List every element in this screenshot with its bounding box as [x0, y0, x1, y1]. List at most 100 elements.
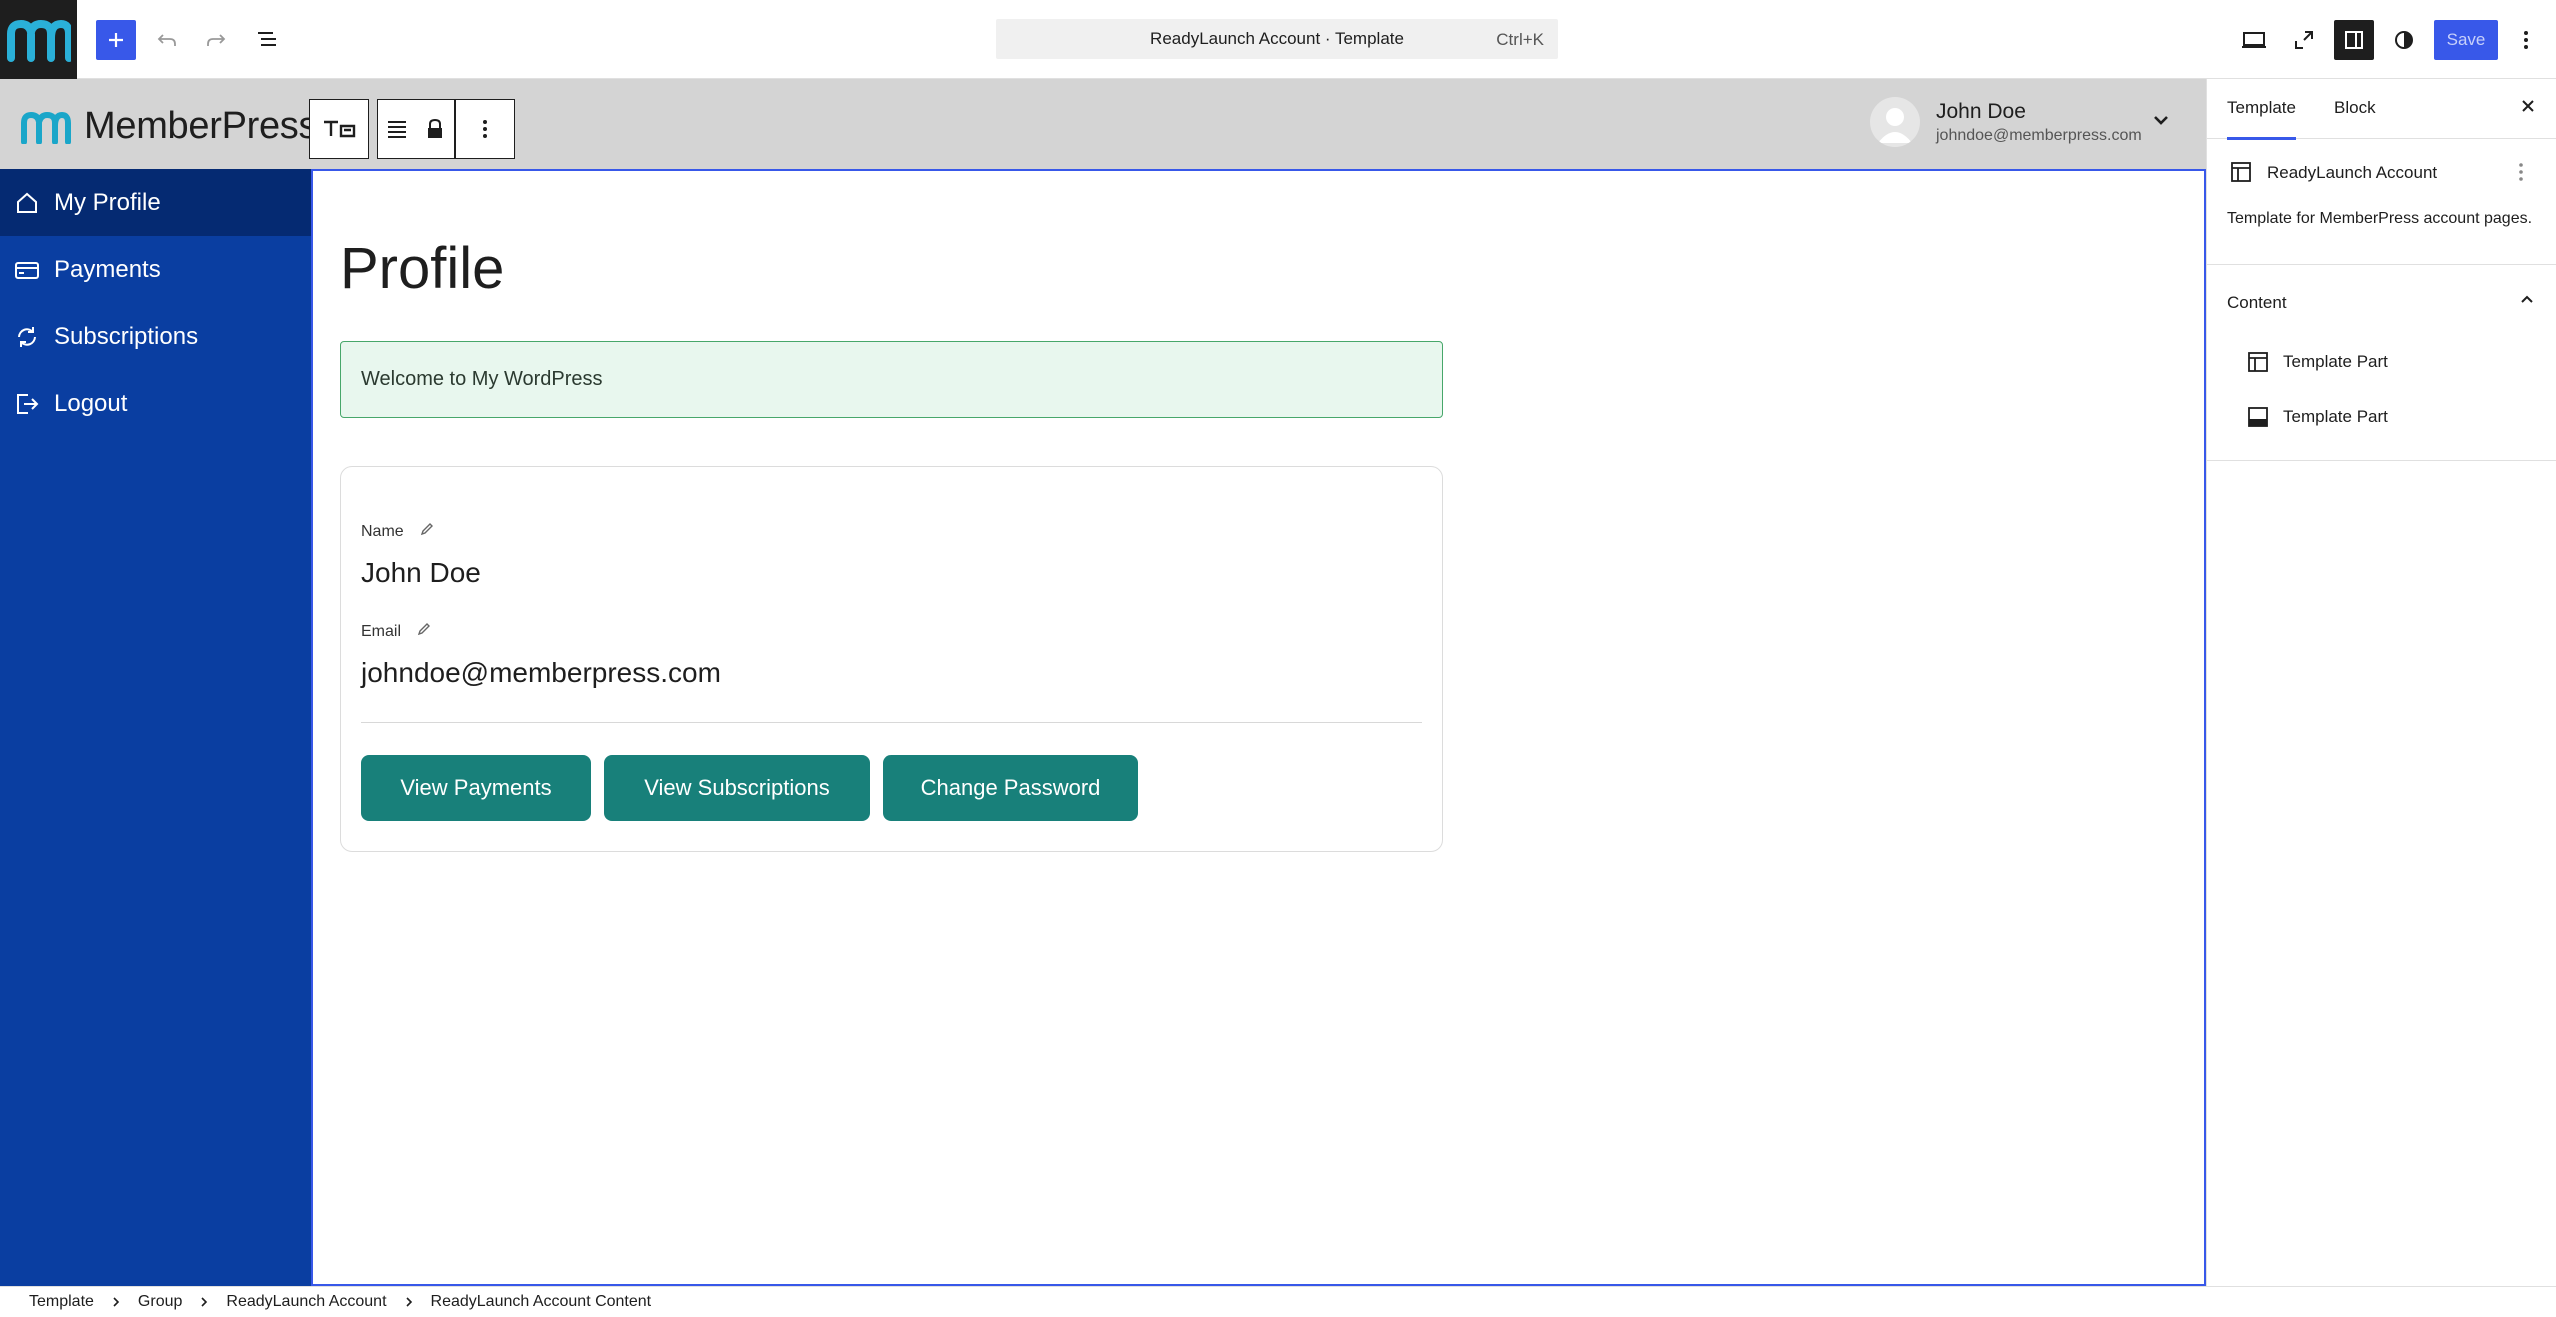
user-menu-toggle[interactable] — [2150, 109, 2172, 136]
template-part-block-icon — [324, 120, 356, 138]
logout-icon — [12, 389, 42, 419]
sidebar-icon — [2345, 31, 2363, 49]
undo-icon — [157, 34, 176, 46]
nav-label: Payments — [54, 255, 161, 283]
nav-item-payments[interactable]: Payments — [0, 236, 311, 303]
undo-button[interactable] — [147, 20, 187, 60]
lock-icon — [428, 118, 442, 138]
desktop-icon — [2242, 32, 2266, 48]
template-summary: ReadyLaunch Account Template for MemberP… — [2207, 139, 2556, 265]
nav-item-logout[interactable]: Logout — [0, 370, 311, 437]
divider — [361, 722, 1422, 723]
page-title: Profile — [340, 236, 505, 301]
options-button[interactable] — [2506, 20, 2546, 60]
block-type-switcher[interactable] — [309, 99, 369, 159]
fullscreen-button[interactable] — [2284, 20, 2324, 60]
memberpress-logo-icon — [21, 111, 71, 144]
editor-top-toolbar: ReadyLaunch Account · Template Ctrl+K Sa… — [0, 0, 2556, 79]
nav-item-my-profile[interactable]: My Profile — [0, 169, 311, 236]
add-block-button[interactable] — [96, 20, 136, 60]
welcome-notice: Welcome to My WordPress — [340, 341, 1443, 418]
pencil-icon — [420, 523, 433, 536]
user-name: John Doe — [1936, 99, 2026, 123]
justify-icon — [388, 121, 406, 138]
template-actions-button[interactable] — [2517, 161, 2525, 188]
name-value: John Doe — [361, 557, 481, 588]
layout-icon — [2230, 161, 2252, 188]
nav-item-subscriptions[interactable]: Subscriptions — [0, 303, 311, 370]
account-navigation: My Profile Payments Subscriptions Logout — [0, 169, 311, 1286]
memberpress-m-icon — [6, 19, 71, 62]
change-password-button[interactable]: Change Password — [883, 755, 1138, 821]
profile-card: Name John Doe Email johndoe@memberpress.… — [340, 466, 1443, 852]
template-part-item-header[interactable]: Template Part — [2247, 351, 2388, 373]
block-alignment-group — [377, 99, 455, 159]
plus-icon — [109, 33, 123, 47]
name-label-row: Name — [361, 522, 434, 541]
more-vertical-icon — [483, 120, 487, 138]
close-settings-button[interactable] — [2517, 95, 2539, 122]
breadcrumb-group[interactable]: Group — [138, 1293, 182, 1311]
chevron-right-icon — [404, 1296, 414, 1308]
breadcrumb-readylaunch-account-content: ReadyLaunch Account Content — [430, 1293, 652, 1310]
user-email: johndoe@memberpress.com — [1936, 126, 2142, 144]
editor-canvas: MemberPress John Doe johndoe@memberpress… — [0, 79, 2206, 1286]
tab-template[interactable]: Template — [2227, 98, 2296, 140]
list-view-icon — [258, 32, 276, 46]
document-overview-button[interactable] — [247, 20, 287, 60]
credit-card-icon — [12, 255, 42, 285]
header-part-icon — [2247, 351, 2269, 373]
chevron-down-icon — [2154, 116, 2168, 125]
expand-icon — [2295, 31, 2313, 49]
command-shortcut: Ctrl+K — [1496, 30, 1544, 49]
memberpress-logo[interactable]: MemberPress — [20, 105, 318, 148]
site-header[interactable]: MemberPress John Doe johndoe@memberpress… — [0, 79, 2206, 169]
settings-toggle-button[interactable] — [2334, 20, 2374, 60]
pencil-icon — [417, 623, 431, 636]
lock-button[interactable] — [416, 100, 454, 158]
preview-device-button[interactable] — [2234, 20, 2274, 60]
user-menu[interactable]: John Doe johndoe@memberpress.com — [1870, 97, 2142, 147]
view-payments-button[interactable]: View Payments — [361, 755, 591, 821]
logo-text: MemberPress — [84, 105, 318, 147]
block-toolbar — [309, 99, 515, 159]
template-part-item-footer[interactable]: Template Part — [2247, 406, 2388, 428]
template-part-label: Template Part — [2283, 407, 2388, 426]
redo-button[interactable] — [196, 20, 236, 60]
nav-label: Subscriptions — [54, 322, 199, 350]
breadcrumb-template[interactable]: Template — [29, 1293, 94, 1311]
more-vertical-icon — [2524, 31, 2528, 49]
chevron-right-icon — [111, 1296, 121, 1308]
name-label: Name — [361, 522, 404, 540]
contrast-icon — [2395, 31, 2413, 49]
template-description: Template for MemberPress account pages. — [2227, 210, 2533, 227]
close-icon — [2522, 100, 2534, 112]
home-icon — [12, 188, 42, 218]
command-palette-bar[interactable]: ReadyLaunch Account · Template Ctrl+K — [996, 19, 1558, 59]
edit-email-button[interactable] — [417, 622, 431, 641]
content-panel-title[interactable]: Content — [2227, 293, 2287, 313]
profile-actions: View Payments View Subscriptions Change … — [361, 755, 1151, 821]
footer-part-icon — [2247, 406, 2269, 428]
save-button[interactable]: Save — [2434, 20, 2498, 60]
site-logo-button[interactable] — [0, 0, 77, 79]
view-subscriptions-button[interactable]: View Subscriptions — [604, 755, 870, 821]
document-title: ReadyLaunch Account · Template — [1150, 29, 1404, 48]
content-panel-toggle[interactable] — [2517, 289, 2537, 314]
email-label-row: Email — [361, 622, 431, 641]
block-options-button[interactable] — [455, 99, 515, 159]
avatar — [1870, 97, 1920, 147]
user-avatar-icon — [1878, 108, 1912, 143]
account-content-block[interactable]: Profile Welcome to My WordPress Name Joh… — [311, 169, 2206, 1286]
content-panel: Content Template Part Template Part — [2207, 265, 2556, 461]
tab-block[interactable]: Block — [2334, 98, 2376, 118]
chevron-up-icon — [2521, 295, 2533, 303]
edit-name-button[interactable] — [420, 522, 434, 541]
redo-icon — [207, 34, 226, 46]
template-name: ReadyLaunch Account — [2267, 163, 2438, 182]
nav-label: Logout — [54, 389, 128, 417]
nav-label: My Profile — [54, 188, 161, 216]
breadcrumb-readylaunch-account[interactable]: ReadyLaunch Account — [226, 1293, 386, 1311]
align-button[interactable] — [378, 100, 416, 158]
styles-button[interactable] — [2384, 20, 2424, 60]
